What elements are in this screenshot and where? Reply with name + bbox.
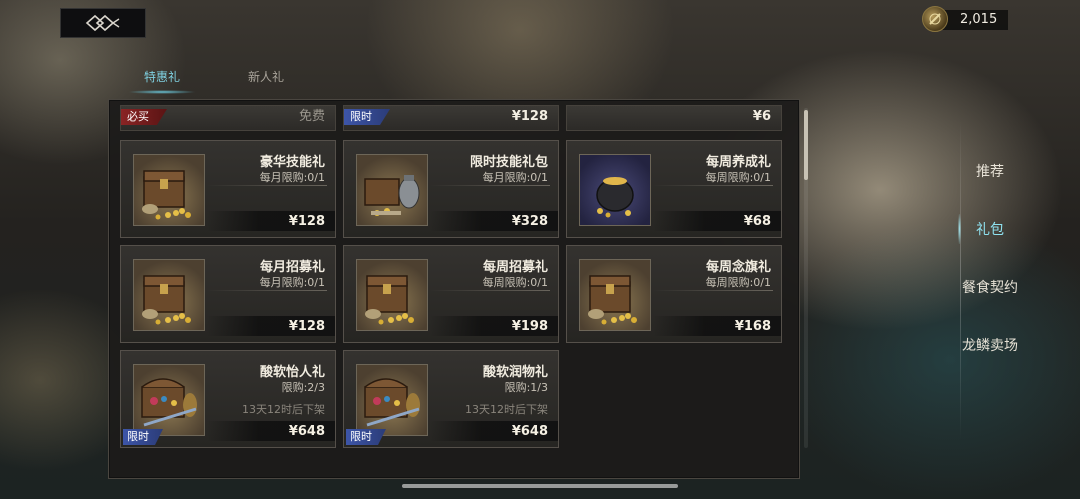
purchase-limit: 每周限购:0/1: [705, 171, 771, 184]
scrollbar-thumb[interactable]: [804, 110, 808, 180]
pack-name: 每月招募礼: [259, 260, 325, 275]
pack-price: ¥328: [511, 214, 548, 229]
pack-name: 每周招募礼: [482, 260, 548, 275]
panel-scrollbar[interactable]: [804, 108, 808, 448]
chest-icon: [133, 259, 205, 331]
side-item-dragon-scale-shop[interactable]: 龙鳞卖场: [958, 316, 1022, 374]
pack-name: 限时技能礼包: [469, 155, 548, 170]
pack-price: ¥648: [288, 424, 325, 439]
gift-pack-card[interactable]: 酸软润物礼 限购:1/3 13天12时后下架 ¥648 限时: [343, 350, 559, 448]
purchase-limit: 每月限购:0/1: [259, 276, 325, 289]
coin-icon: [922, 6, 948, 32]
gold-pot-icon: [579, 154, 651, 226]
chest-icon: [356, 259, 428, 331]
gift-pack-card[interactable]: 限时技能礼包 每月限购:0/1 ¥328: [343, 140, 559, 238]
logo-emblem-icon: [85, 14, 120, 32]
gift-pack-card[interactable]: 每周念旗礼 每周限购:0/1 ¥168: [566, 245, 782, 343]
strip-price: ¥128: [511, 109, 548, 124]
limited-tag: 限时: [346, 429, 386, 445]
side-item-meal-contract[interactable]: 餐食契约: [958, 258, 1022, 316]
divider: [430, 290, 550, 291]
shop-side-menu: 推荐 礼包 餐食契约 龙鳞卖场: [958, 142, 1022, 374]
purchase-limit: 每月限购:0/1: [482, 171, 548, 184]
pack-name: 豪华技能礼: [259, 155, 325, 170]
divider: [653, 185, 773, 186]
divider: [207, 185, 327, 186]
tab-special-offer[interactable]: 特惠礼: [110, 68, 214, 94]
expire-countdown: 13天12时后下架: [242, 403, 325, 416]
divider: [430, 185, 550, 186]
strip-price: ¥6: [752, 109, 771, 124]
purchase-limit: 每周限购:0/1: [705, 276, 771, 289]
currency-value: 2,015: [960, 12, 998, 27]
home-indicator[interactable]: [402, 484, 678, 488]
gift-pack-card[interactable]: 每周招募礼 每周限购:0/1 ¥198: [343, 245, 559, 343]
limited-tag: 限时: [344, 109, 390, 125]
side-item-recommend[interactable]: 推荐: [958, 142, 1022, 200]
offer-strip[interactable]: ¥6: [566, 105, 782, 131]
purchase-limit: 限购:2/3: [281, 381, 325, 394]
gift-pack-card[interactable]: 每周养成礼 每周限购:0/1 ¥68: [566, 140, 782, 238]
pack-price: ¥648: [511, 424, 548, 439]
limited-tag: 限时: [123, 429, 163, 445]
pack-name: 酸软润物礼: [482, 365, 548, 380]
pack-name: 每周念旗礼: [705, 260, 771, 275]
menu-logo-button[interactable]: [60, 8, 146, 38]
gift-pack-card[interactable]: 豪华技能礼 每月限购:0/1 ¥128: [120, 140, 336, 238]
pack-name: 每周养成礼: [705, 155, 771, 170]
jewel-chest-icon: [356, 364, 428, 436]
offer-strip[interactable]: 必买 免费: [120, 105, 336, 131]
chest-icon: [579, 259, 651, 331]
pack-price: ¥198: [511, 319, 548, 334]
divider: [207, 290, 327, 291]
treasure-vase-icon: [356, 154, 428, 226]
must-buy-tag: 必买: [121, 109, 167, 125]
currency-display[interactable]: 2,015: [922, 6, 1008, 32]
pack-price: ¥128: [288, 214, 325, 229]
pack-price: ¥168: [734, 319, 771, 334]
expire-countdown: 13天12时后下架: [465, 403, 548, 416]
purchase-limit: 每月限购:0/1: [259, 171, 325, 184]
category-tabs: 特惠礼 新人礼: [110, 68, 318, 94]
side-item-gift-pack[interactable]: 礼包: [958, 200, 1022, 258]
pack-price: ¥128: [288, 319, 325, 334]
tab-newcomer[interactable]: 新人礼: [214, 68, 318, 90]
divider: [653, 290, 773, 291]
offer-strip[interactable]: 限时 ¥128: [343, 105, 559, 131]
purchase-limit: 限购:1/3: [504, 381, 548, 394]
pack-name: 酸软怡人礼: [259, 365, 325, 380]
strip-price: 免费: [298, 109, 325, 124]
purchase-limit: 每周限购:0/1: [482, 276, 548, 289]
pack-price: ¥68: [743, 214, 771, 229]
gift-pack-card[interactable]: 每月招募礼 每月限购:0/1 ¥128: [120, 245, 336, 343]
jewel-chest-icon: [133, 364, 205, 436]
gift-pack-card[interactable]: 酸软怡人礼 限购:2/3 13天12时后下架 ¥648 限时: [120, 350, 336, 448]
treasure-chest-icon: [133, 154, 205, 226]
